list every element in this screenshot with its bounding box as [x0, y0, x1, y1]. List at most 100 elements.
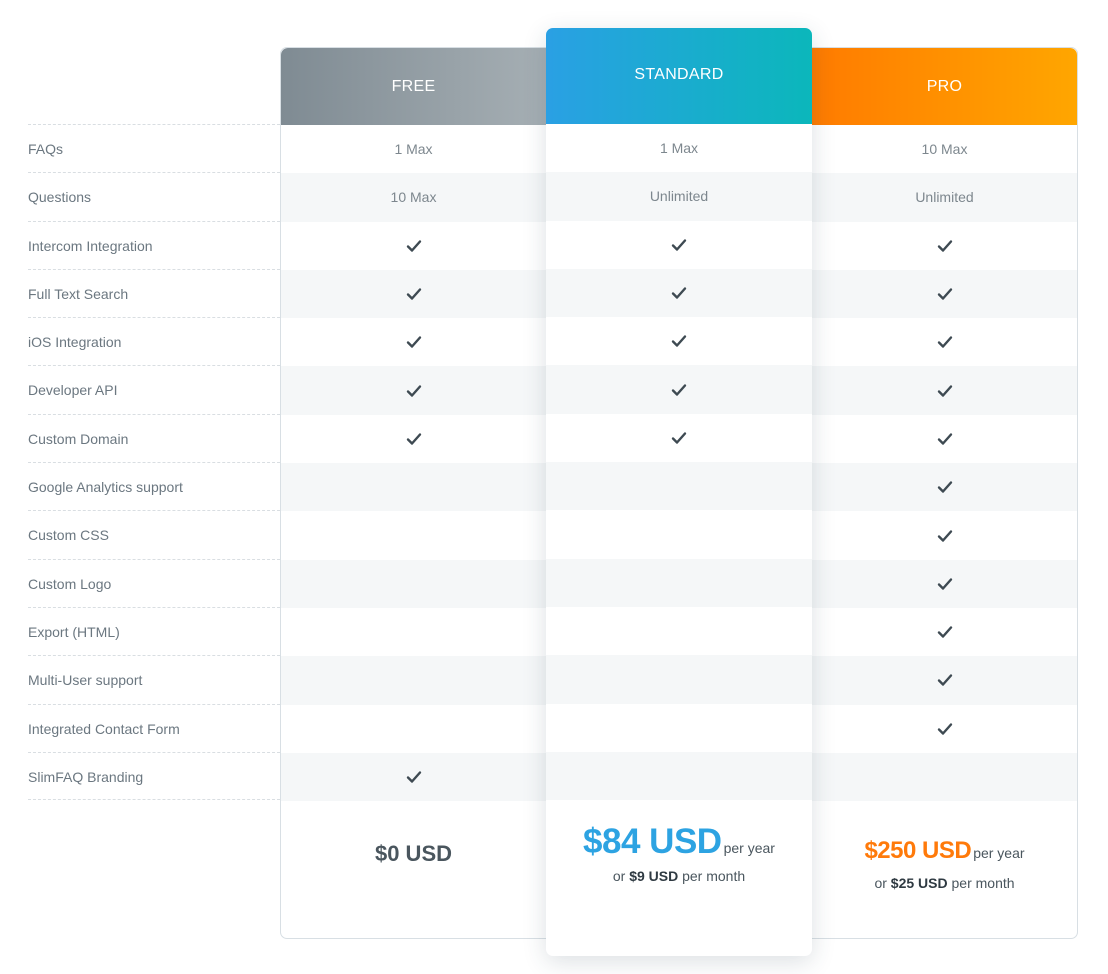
price-area: $0 USD — [281, 801, 546, 867]
plan-header-free: FREE — [281, 48, 546, 125]
check-icon — [406, 287, 422, 301]
check-icon — [406, 384, 422, 398]
feature-cell — [281, 269, 546, 319]
feature-cell — [546, 655, 812, 704]
feature-cell — [546, 607, 812, 655]
monthly-amount: $25 USD — [890, 875, 948, 892]
price-amount: $250 USD — [864, 837, 972, 865]
feature-value: 10 Max — [390, 189, 437, 206]
feature-cell — [812, 559, 1077, 608]
check-icon — [937, 625, 953, 639]
feature-cell — [546, 558, 812, 607]
plan-name: STANDARD — [634, 66, 724, 83]
feature-cell — [281, 656, 546, 705]
price-area: $84 USD per year or $9 USD per month — [546, 800, 812, 884]
plan-free: FREE 1 Max 10 Max $0 USD — [280, 47, 546, 939]
check-icon — [671, 334, 687, 348]
feature-cell — [812, 318, 1077, 366]
check-icon — [937, 384, 953, 398]
check-icon — [671, 286, 687, 300]
feature-cell — [281, 366, 546, 415]
feature-cell: 1 Max — [281, 125, 546, 173]
feature-label: Integrated Contact Form — [28, 703, 280, 752]
feature-cell — [281, 752, 546, 802]
feature-value: 1 Max — [659, 140, 699, 157]
check-icon — [937, 480, 953, 494]
feature-cell: 10 Max — [281, 173, 546, 222]
feature-cell — [281, 559, 546, 608]
plan-name: PRO — [926, 77, 963, 95]
feature-cell — [281, 222, 546, 270]
feature-cell — [281, 318, 546, 366]
feature-value: 1 Max — [394, 141, 433, 158]
feature-label: Multi-User support — [28, 655, 280, 703]
feature-label: Intercom Integration — [28, 220, 280, 269]
price-period: per year — [723, 840, 775, 857]
check-icon — [671, 383, 687, 397]
monthly-amount: $9 USD — [629, 868, 679, 885]
feature-cell — [812, 366, 1077, 415]
feature-value: 10 Max — [921, 141, 968, 158]
feature-cell: 10 Max — [812, 125, 1077, 173]
feature-label: Custom Domain — [28, 413, 280, 462]
feature-cell — [812, 608, 1077, 656]
plan-pro: PRO 10 Max Unlimited $250 USD per year or … — [812, 47, 1078, 939]
check-icon — [937, 673, 953, 687]
feature-cell — [281, 705, 546, 753]
check-icon — [937, 577, 953, 591]
plan-cells: 1 Max Unlimited — [546, 124, 812, 801]
feature-cell: Unlimited — [812, 173, 1077, 222]
plan-standard: STANDARD 1 Max Unlimited $84 USD per year … — [546, 28, 812, 956]
feature-label: Google Analytics support — [28, 462, 280, 510]
feature-cell: Unlimited — [546, 172, 812, 221]
check-icon — [937, 432, 953, 446]
price-period: per year — [973, 845, 1025, 862]
plan-header-standard: STANDARD — [546, 28, 812, 124]
feature-cell — [281, 463, 546, 512]
feature-cell — [546, 268, 812, 318]
feature-label: Developer API — [28, 365, 280, 413]
feature-label: Export (HTML) — [28, 606, 280, 655]
feature-cell — [812, 656, 1077, 705]
feature-cell — [812, 463, 1077, 512]
feature-label: FAQs — [28, 124, 280, 172]
check-icon — [937, 239, 953, 253]
plan-name: FREE — [391, 77, 436, 95]
check-icon — [406, 335, 422, 349]
check-icon — [671, 431, 687, 445]
feature-cell — [546, 751, 812, 801]
feature-cell — [546, 510, 812, 558]
feature-value: Unlimited — [649, 188, 709, 205]
feature-cell: 1 Max — [546, 124, 812, 172]
feature-cell — [812, 511, 1077, 559]
feature-cell — [546, 704, 812, 752]
check-icon — [937, 529, 953, 543]
check-icon — [406, 432, 422, 446]
feature-cell — [812, 269, 1077, 319]
feature-label: Custom CSS — [28, 510, 280, 558]
feature-labels: FAQs Questions Intercom Integration Full Te… — [28, 124, 280, 801]
price-area: $250 USD per year or $25 USD per month — [812, 801, 1077, 891]
check-icon — [937, 287, 953, 301]
plan-header-pro: PRO — [812, 48, 1077, 125]
check-icon — [406, 770, 422, 784]
feature-cell — [812, 415, 1077, 463]
feature-value: Unlimited — [915, 189, 974, 206]
price-amount: $84 USD — [583, 822, 722, 862]
feature-label: SlimFAQ Branding — [28, 751, 280, 801]
check-icon — [937, 335, 953, 349]
feature-cell — [546, 462, 812, 511]
plan-cells: 10 Max Unlimited — [812, 125, 1077, 802]
feature-label: Custom Logo — [28, 558, 280, 607]
price-monthly: or $9 USD per month — [612, 868, 746, 885]
price-monthly: or $25 USD per month — [874, 875, 1015, 892]
feature-label: iOS Integration — [28, 317, 280, 365]
check-icon — [406, 239, 422, 253]
price-amount: $0 USD — [374, 841, 453, 867]
feature-cell — [812, 222, 1077, 270]
feature-label: Full Text Search — [28, 268, 280, 317]
feature-cell — [812, 752, 1077, 802]
feature-cell — [546, 221, 812, 269]
feature-cell — [281, 415, 546, 463]
plan-cells: 1 Max 10 Max — [281, 125, 546, 802]
